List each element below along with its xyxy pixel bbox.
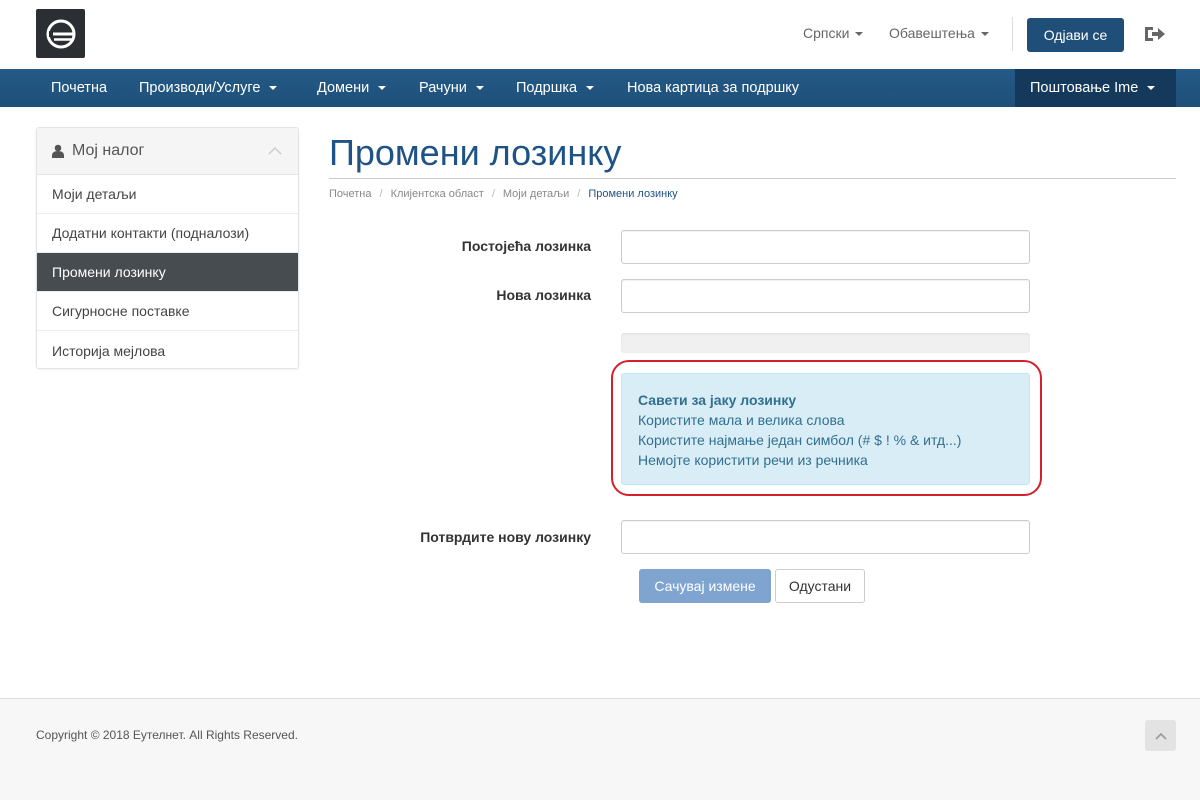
nav-products-label: Производи/Услуге	[139, 80, 261, 96]
notifications-label: Обавештења	[889, 25, 975, 41]
tips-line: Користите мала и велика слова	[638, 412, 845, 428]
nav-support[interactable]: Подршка	[516, 69, 595, 107]
caret-down-icon	[1147, 86, 1156, 91]
caret-down-icon	[378, 86, 387, 91]
title-divider	[329, 178, 1176, 179]
sidebar-item-security[interactable]: Сигурносне поставке	[37, 292, 298, 331]
nav-open-ticket[interactable]: Нова картица за подршку	[627, 69, 799, 107]
nav-open-ticket-label: Нова картица за подршку	[627, 80, 800, 96]
top-header: Српски Обавештења Одјави се	[0, 0, 1200, 69]
nav-billing-label: Рачуни	[419, 80, 467, 96]
language-dropdown[interactable]: Српски	[803, 25, 864, 41]
sidebar-item-label: Сигурносне поставке	[52, 303, 190, 319]
nav-account-dropdown[interactable]: Поштовање Ime	[1015, 69, 1176, 107]
header-divider	[1012, 17, 1013, 51]
password-strength-bar	[621, 333, 1030, 353]
sidebar-header[interactable]: Мој налог	[37, 128, 298, 175]
password-tips-box: Савети за јаку лозинку Користите мала и …	[621, 373, 1030, 485]
sidebar-item-label: Промени лозинку	[52, 264, 166, 280]
confirm-password-input[interactable]	[621, 520, 1030, 554]
nav-products-services[interactable]: Производи/Услуге	[139, 69, 278, 107]
copyright-text: Copyright © 2018 Еутелнет. All Rights Re…	[36, 728, 298, 742]
logo[interactable]	[36, 9, 85, 58]
caret-down-icon	[269, 86, 278, 91]
tips-line: Користите најмање један симбол (# $ ! % …	[638, 432, 962, 448]
breadcrumb-separator: /	[577, 188, 581, 200]
nav-billing[interactable]: Рачуни	[419, 69, 484, 107]
sidebar-item-change-password[interactable]: Промени лозинку	[37, 253, 298, 292]
logout-button[interactable]: Одјави се	[1027, 18, 1124, 52]
breadcrumb-home[interactable]: Почетна	[329, 188, 372, 200]
breadcrumb-separator: /	[379, 188, 383, 200]
sidebar-item-my-details[interactable]: Моји детаљи	[37, 175, 298, 214]
e-circle-logo-icon	[46, 19, 75, 48]
confirm-password-label: Потврдите нову лозинку	[420, 529, 591, 545]
chevron-up-icon	[1154, 732, 1167, 740]
nav-support-label: Подршка	[516, 80, 578, 96]
sidebar-item-email-history[interactable]: Историја мејлова	[37, 331, 298, 370]
page-title: Промени лозинку	[329, 132, 622, 173]
caret-down-icon	[855, 32, 864, 37]
new-password-label: Нова лозинка	[496, 287, 591, 303]
cancel-button[interactable]: Одустани	[775, 569, 865, 603]
sidebar-item-label: Историја мејлова	[52, 342, 166, 359]
notifications-dropdown[interactable]: Обавештења	[889, 25, 989, 41]
breadcrumb-client-area[interactable]: Клијентска област	[391, 188, 484, 200]
sidebar-item-label: Додатни контакти (подналози)	[52, 225, 250, 241]
breadcrumb-current: Промени лозинку	[588, 188, 678, 200]
current-password-label: Постојећа лозинка	[461, 238, 591, 254]
new-password-input[interactable]	[621, 279, 1030, 313]
breadcrumb: Почетна / Клијентска област / Моји детаљи / Пр…	[329, 188, 678, 200]
nav-account-label: Поштовање Ime	[1030, 80, 1139, 96]
caret-down-icon	[586, 86, 595, 91]
caret-down-icon	[980, 32, 989, 37]
footer: Copyright © 2018 Еутелнет. All Rights Re…	[0, 698, 1200, 800]
nav-home[interactable]: Почетна	[51, 69, 107, 107]
breadcrumb-my-details[interactable]: Моји детаљи	[503, 188, 569, 200]
nav-domains-label: Домени	[317, 80, 370, 96]
nav-home-label: Почетна	[51, 80, 108, 96]
caret-down-icon	[475, 86, 484, 91]
current-password-input[interactable]	[621, 230, 1030, 264]
user-icon	[52, 144, 64, 158]
account-sidebar: Мој налог Моји детаљи Додатни контакти (…	[36, 127, 299, 369]
nav-domains[interactable]: Домени	[317, 69, 387, 107]
back-to-top-button[interactable]	[1145, 720, 1176, 751]
save-changes-button[interactable]: Сачувај измене	[639, 569, 771, 603]
main-navbar: Почетна Производи/Услуге Домени Рачуни П…	[0, 69, 1200, 107]
sign-out-icon[interactable]	[1142, 22, 1166, 46]
sidebar-title: Мој налог	[72, 142, 145, 159]
tips-title: Савети за јаку лозинку	[638, 392, 797, 408]
sidebar-item-label: Моји детаљи	[52, 186, 137, 202]
language-label: Српски	[803, 25, 850, 41]
sidebar-item-contacts[interactable]: Додатни контакти (подналози)	[37, 214, 298, 253]
chevron-up-icon[interactable]	[268, 146, 282, 155]
breadcrumb-separator: /	[491, 188, 495, 200]
tips-line: Немојте користити речи из речника	[638, 452, 868, 468]
